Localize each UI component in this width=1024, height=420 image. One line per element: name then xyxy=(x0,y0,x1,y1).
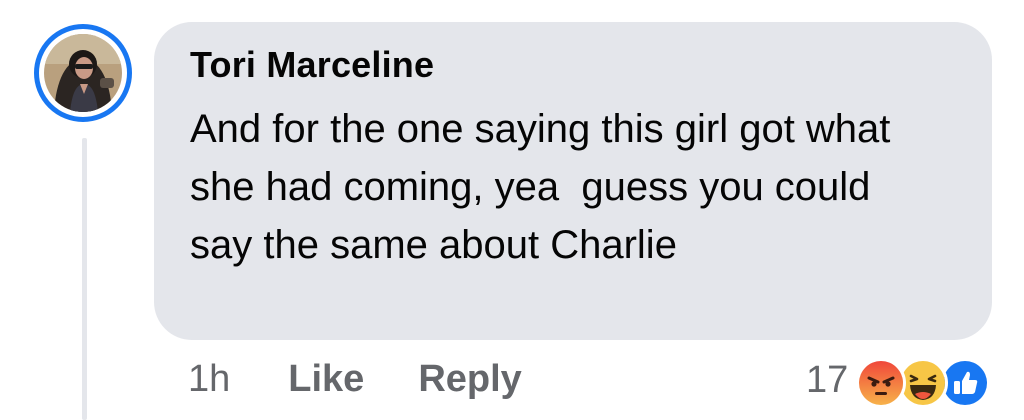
reply-thread-line xyxy=(82,138,87,420)
comment-bubble: Tori Marceline And for the one saying th… xyxy=(154,22,992,340)
comment-text: And for the one saying this girl got wha… xyxy=(190,107,902,267)
comment-timestamp[interactable]: 1h xyxy=(188,358,230,401)
avatar[interactable] xyxy=(34,24,132,122)
angry-reaction-icon xyxy=(856,358,907,408)
reaction-count: 17 xyxy=(806,358,849,401)
reaction-icons xyxy=(856,356,991,408)
comment-actions: 1h Like Reply xyxy=(188,358,522,401)
reaction-summary[interactable]: 17 xyxy=(806,356,991,408)
avatar-photo xyxy=(44,34,122,112)
reply-button[interactable]: Reply xyxy=(418,358,521,401)
like-button[interactable]: Like xyxy=(288,358,364,401)
comment-author[interactable]: Tori Marceline xyxy=(190,44,960,86)
